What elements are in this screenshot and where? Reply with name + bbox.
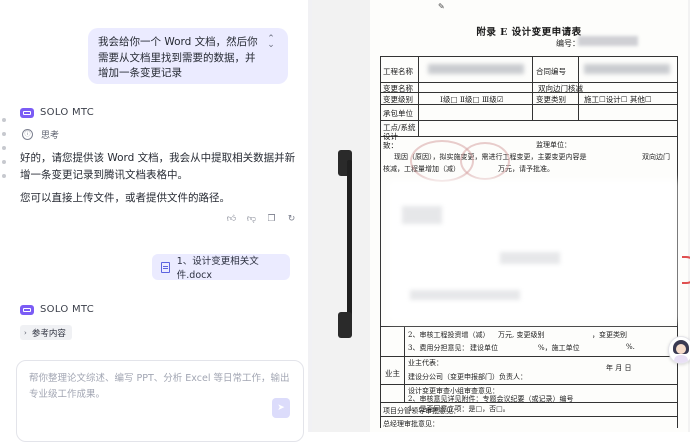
rail-dot	[2, 132, 6, 136]
attachment-chip[interactable]: 1、设计变更相关文件.docx	[152, 254, 290, 281]
opinion-2-pct2: %.	[626, 343, 635, 351]
value-change-type: 施工☐设计☐ 其他☐	[584, 95, 652, 104]
assistant-header: SOLO MTC	[20, 107, 94, 118]
rail-dot	[2, 174, 6, 178]
send-button[interactable]: ➤	[272, 398, 290, 418]
redacted-area	[388, 180, 676, 322]
assistant-avatar-button[interactable]	[668, 336, 690, 364]
assistant-name: SOLO MTC	[40, 107, 95, 118]
supervisor-label: 监理单位：	[536, 141, 571, 149]
value-change-level: Ⅰ级□ Ⅱ级□ Ⅲ级☑	[440, 95, 504, 104]
bot-logo-icon	[20, 304, 34, 315]
refresh-icon[interactable]: ↻	[286, 214, 297, 225]
reply-paragraph: 好的，请您提供该 Word 文档，我会从中提取相关数据并新增一条变更记录到腾讯文…	[20, 152, 296, 181]
redacted-contract-no	[584, 64, 670, 74]
manager-review: 总经理审批意见：	[383, 420, 439, 428]
label-section: 工点/系统设计	[383, 123, 416, 141]
document-viewer: ✎ 附录 E 设计变更申请表 编号： 工程名称 合同编号 变更名称 双向边门核减…	[312, 0, 690, 432]
prompt-input[interactable]: 帮你整理论文综述、编写 PPT、分析 Excel 等日常工作，输出专业级工作成果…	[16, 360, 304, 442]
reference-toggle[interactable]: › 参考内容	[20, 325, 72, 340]
opinion-1: 2、审核工程投资增（减）	[408, 331, 490, 339]
prompt-placeholder: 帮你整理论文综述、编写 PPT、分析 Excel 等日常工作，输出专业级工作成果…	[29, 373, 290, 400]
user-message-text: 我会给你一个 Word 文档，然后你需要从文档里找到需要的数据，并增加一条变更记…	[98, 36, 258, 79]
user-message-bubble: 我会给你一个 Word 文档，然后你需要从文档里找到需要的数据，并增加一条变更记…	[88, 28, 288, 84]
reason-suffix: 双向边门	[642, 153, 670, 161]
reason-prefix: 致：	[383, 141, 398, 150]
build-company-line: 建设分公司（变更申报部门）负责人：	[408, 373, 527, 381]
copy-icon[interactable]: ❐	[266, 214, 277, 225]
chevron-right-icon: ›	[24, 328, 27, 337]
serial-label: 编号：	[556, 39, 580, 48]
opinion-2-pct: %，施工单位	[538, 344, 580, 352]
label-change-name: 变更名称	[383, 84, 413, 93]
chat-panel: 我会给你一个 Word 文档，然后你需要从文档里找到需要的数据，并增加一条变更记…	[8, 0, 308, 442]
assistant-reply: 好的，请您提供该 Word 文档，我会从中提取相关数据并新增一条变更记录到腾讯文…	[20, 150, 298, 214]
opinion-2-unit: 建设单位	[470, 344, 498, 352]
thumbs-down-icon[interactable]: 👎︎	[246, 214, 257, 225]
collapse-icon[interactable]: ⌃ ⌄	[266, 35, 276, 50]
owner-rep-line: 业主代表：	[408, 359, 443, 367]
opinion-1-type: ，变更类别	[592, 331, 627, 339]
reply-paragraph: 您可以直接上传文件，或者提供文件的路径。	[20, 192, 230, 204]
thumbs-up-icon[interactable]: 👍︎	[226, 214, 237, 225]
thinking-toggle[interactable]: ⓘ 思考	[22, 128, 59, 141]
assistant-header-2: SOLO MTC	[20, 304, 94, 315]
label-change-type: 变更类别	[536, 95, 566, 104]
reply-actions: 👍︎ 👎︎ ❐ ↻	[226, 214, 297, 225]
date-line: 年 月 日	[606, 364, 632, 372]
reference-label: 参考内容	[31, 328, 66, 339]
review-2: 2、审核意见详见附件：专题会议纪要（或记录）编号	[408, 395, 574, 403]
owner-side-label: 业主	[385, 369, 400, 378]
red-annotation-arc	[682, 256, 690, 284]
rail-dot	[2, 146, 6, 150]
form-table: 工程名称 合同编号 变更名称 双向边门核减 变更级别 Ⅰ级□ Ⅱ级□ Ⅲ级☑ 变…	[380, 56, 678, 432]
redacted-serial	[578, 36, 638, 46]
redacted-mark	[500, 252, 560, 264]
thinking-icon: ⓘ	[22, 129, 33, 140]
file-icon	[161, 261, 170, 273]
redacted-project-name	[428, 64, 524, 74]
opinion-2: 3、费用分担意见：	[408, 344, 469, 352]
assistant-name: SOLO MTC	[40, 304, 95, 315]
scan-mark: ✎	[438, 2, 445, 11]
opinion-1-tail: 万元, 变更级别	[498, 331, 545, 339]
rail-dot	[2, 160, 6, 164]
value-change-name: 双向边门核减	[538, 84, 583, 93]
redacted-mark	[410, 290, 520, 300]
label-change-level: 变更级别	[383, 95, 413, 104]
attachment-name: 1、设计变更相关文件.docx	[176, 256, 259, 281]
label-applicant: 承包单位	[383, 109, 413, 118]
red-stamp	[460, 142, 510, 180]
thinking-label: 思考	[41, 131, 60, 141]
scanned-form: ✎ 附录 E 设计变更申请表 编号： 工程名称 合同编号 变更名称 双向边门核减…	[370, 0, 688, 432]
binder-clip	[338, 150, 360, 340]
leader-review: 项目分管领导审批意见：	[383, 407, 460, 415]
redacted-mark	[402, 206, 442, 224]
label-project-name: 工程名称	[383, 67, 413, 76]
label-contract-no: 合同编号	[536, 67, 566, 76]
form-title: 附录 E 设计变更申请表	[476, 27, 582, 38]
bot-logo-icon	[20, 107, 34, 118]
rail-dot	[2, 118, 6, 122]
send-icon: ➤	[277, 403, 285, 413]
